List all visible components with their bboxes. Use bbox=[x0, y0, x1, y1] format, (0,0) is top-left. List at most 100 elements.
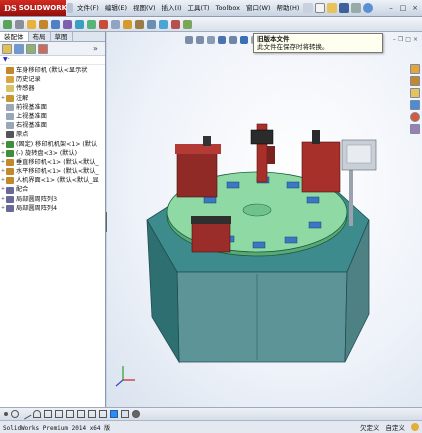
show-hidden-icon[interactable] bbox=[87, 19, 96, 29]
menu-window[interactable]: 窗口(W) bbox=[243, 0, 274, 16]
assembly-features-icon[interactable] bbox=[99, 19, 108, 29]
tree-item[interactable]: + (-) 旋转盘<3> (默认) bbox=[0, 149, 105, 158]
rebuild-icon[interactable] bbox=[3, 19, 12, 29]
maximize-icon[interactable]: □ bbox=[398, 3, 408, 13]
menu-file[interactable]: 文件(F) bbox=[74, 0, 102, 16]
bottom-toolbar bbox=[0, 407, 422, 420]
tree-item[interactable]: 原点 bbox=[0, 130, 105, 139]
offset-icon[interactable] bbox=[55, 410, 63, 418]
fixture bbox=[306, 196, 320, 204]
file-explorer-icon[interactable] bbox=[410, 88, 420, 98]
part-icon bbox=[6, 140, 14, 148]
subassembly-icon bbox=[6, 158, 14, 166]
tree-item[interactable]: 右视基准面 bbox=[0, 121, 105, 130]
filter-row[interactable]: ▼· bbox=[0, 56, 105, 65]
custom-properties-icon[interactable] bbox=[410, 124, 420, 134]
menu-view[interactable]: 视图(V) bbox=[130, 0, 159, 16]
new-motion-study-icon[interactable] bbox=[123, 19, 132, 29]
part-icon bbox=[6, 149, 14, 157]
filter-icon[interactable]: ▼· bbox=[3, 56, 10, 63]
tree-item[interactable]: 传感器 bbox=[0, 84, 105, 93]
help-icon[interactable] bbox=[363, 3, 374, 13]
feature-manager-icon[interactable] bbox=[2, 43, 12, 54]
menu-tools[interactable]: 工具(T) bbox=[185, 0, 213, 16]
solidworks-resources-icon[interactable] bbox=[410, 64, 420, 74]
mate-icon[interactable] bbox=[51, 19, 60, 29]
smart-dimension-icon[interactable] bbox=[110, 410, 118, 418]
tree-item[interactable]: + 水平移印机<1> (默认<默认_ bbox=[0, 167, 105, 176]
tab-sketch[interactable]: 草图 bbox=[51, 32, 73, 41]
tree-item[interactable]: + 局部圆周阵列4 bbox=[0, 204, 105, 213]
tree-item[interactable]: + 注解 bbox=[0, 94, 105, 103]
relations-icon[interactable] bbox=[121, 410, 129, 418]
graphics-viewport[interactable]: – ❐ □ × bbox=[107, 32, 422, 407]
point-icon[interactable] bbox=[4, 412, 8, 416]
status-help-icon[interactable] bbox=[411, 423, 419, 431]
clearance-icon[interactable] bbox=[183, 19, 192, 29]
subassembly-icon bbox=[6, 168, 14, 176]
minimize-icon[interactable]: – bbox=[386, 3, 396, 13]
vertical-printer-cylinder bbox=[267, 146, 275, 164]
tree-item[interactable]: 车身移印机 (默认<显示状 bbox=[0, 66, 105, 75]
new-document-icon[interactable] bbox=[315, 3, 326, 13]
move-component-icon[interactable] bbox=[75, 19, 84, 29]
tree-item[interactable]: 上视基准面 bbox=[0, 112, 105, 121]
tree-item-label: 局部圆周阵列3 bbox=[16, 195, 58, 203]
appearances-icon[interactable] bbox=[410, 112, 420, 122]
chevron-right-icon[interactable]: » bbox=[93, 44, 103, 54]
fixture bbox=[286, 181, 300, 189]
front-printer-station bbox=[191, 216, 231, 253]
tree-item[interactable]: + 配合 bbox=[0, 185, 105, 194]
save-icon[interactable] bbox=[339, 3, 350, 13]
open-icon[interactable] bbox=[327, 3, 338, 13]
tree-item-label: 历史记录 bbox=[16, 76, 41, 84]
tree-item[interactable]: 前视基准面 bbox=[0, 103, 105, 112]
fixture bbox=[226, 181, 240, 189]
instant3d-icon[interactable] bbox=[159, 19, 168, 29]
tree-item[interactable]: 历史记录 bbox=[0, 75, 105, 84]
pin-icon[interactable] bbox=[303, 3, 314, 13]
print-icon[interactable] bbox=[351, 3, 362, 13]
tree-item[interactable]: + 垂直移印机<1> (默认<默认_ bbox=[0, 158, 105, 167]
menu-insert[interactable]: 插入(I) bbox=[159, 0, 185, 16]
mirror-icon[interactable] bbox=[66, 410, 74, 418]
display-manager-icon[interactable] bbox=[38, 43, 48, 54]
fixture bbox=[284, 236, 298, 244]
view-palette-icon[interactable] bbox=[410, 100, 420, 110]
tree-item[interactable]: + 人机界面<1> (默认<默认_显 bbox=[0, 176, 105, 185]
configuration-manager-icon[interactable] bbox=[26, 43, 36, 54]
trim-icon[interactable] bbox=[44, 410, 52, 418]
property-manager-icon[interactable] bbox=[14, 43, 24, 54]
polygon-icon[interactable] bbox=[99, 410, 107, 418]
interference-icon[interactable] bbox=[171, 19, 180, 29]
arc-icon[interactable] bbox=[33, 410, 41, 418]
menu-help[interactable]: 帮助(H) bbox=[273, 0, 302, 16]
line-icon[interactable] bbox=[20, 408, 32, 420]
design-library-icon[interactable] bbox=[410, 76, 420, 86]
history-icon bbox=[6, 76, 14, 84]
bill-of-materials-icon[interactable] bbox=[135, 19, 144, 29]
reference-geometry-icon[interactable] bbox=[111, 19, 120, 29]
close-icon[interactable]: × bbox=[410, 3, 420, 13]
menu-pin-icon[interactable] bbox=[67, 3, 73, 13]
triad-z-axis bbox=[115, 379, 124, 387]
tooltip-body: 此文件在保存时将转换。 bbox=[257, 43, 329, 51]
pattern-icon[interactable] bbox=[63, 19, 72, 29]
tree-item[interactable]: + 局部圆周阵列3 bbox=[0, 195, 105, 204]
status-mode[interactable]: 自定义 bbox=[386, 422, 406, 432]
menu-edit[interactable]: 编辑(E) bbox=[102, 0, 130, 16]
app-logo[interactable]: DS SOLIDWORKS bbox=[0, 0, 72, 16]
tree-item[interactable]: + (固定) 移印机机架<1> (默认 bbox=[0, 140, 105, 149]
options-icon[interactable] bbox=[15, 19, 24, 29]
insert-component-icon[interactable] bbox=[39, 19, 48, 29]
record-icon[interactable] bbox=[132, 410, 140, 418]
tab-layout[interactable]: 布局 bbox=[29, 32, 51, 41]
rectangle-icon[interactable] bbox=[77, 410, 85, 418]
circle-icon[interactable] bbox=[11, 410, 19, 418]
tab-assembly[interactable]: 装配体 bbox=[0, 32, 29, 41]
menu-toolbox[interactable]: Toolbox bbox=[213, 0, 243, 16]
select-icon[interactable] bbox=[27, 19, 36, 29]
front-printer-frame bbox=[191, 221, 231, 253]
exploded-view-icon[interactable] bbox=[147, 19, 156, 29]
slot-icon[interactable] bbox=[88, 410, 96, 418]
